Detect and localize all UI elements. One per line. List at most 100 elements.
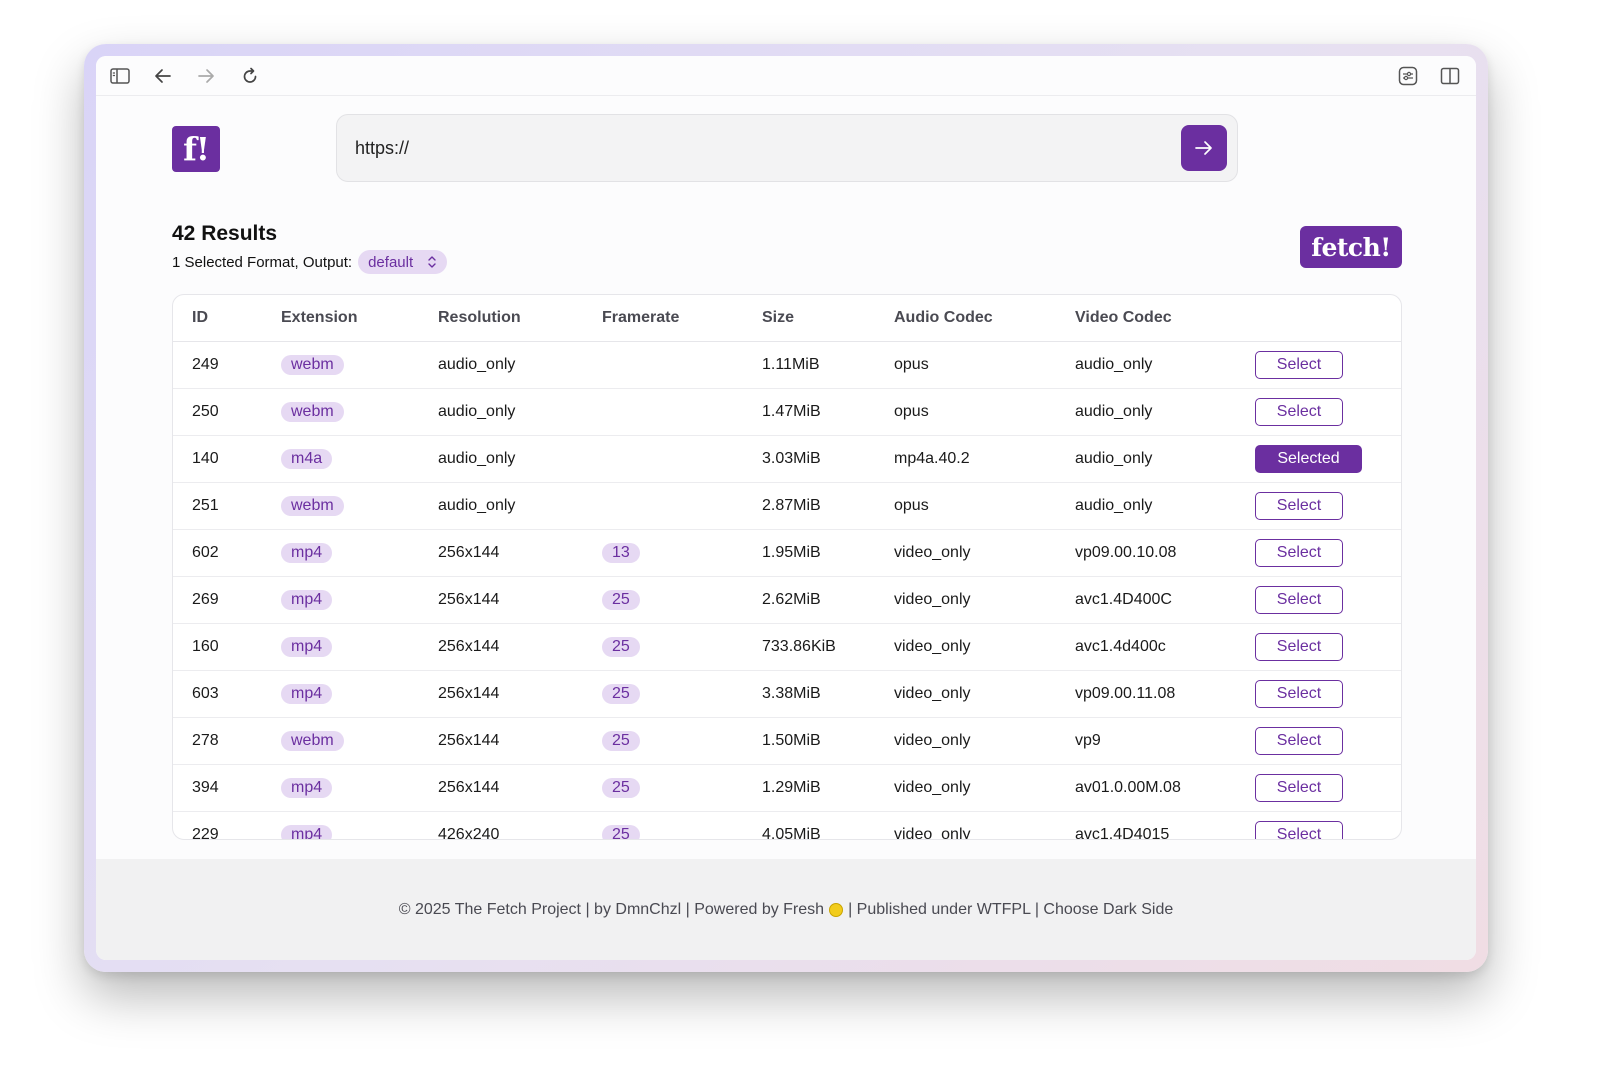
cell-action: Select bbox=[1255, 482, 1401, 530]
split-view-icon[interactable] bbox=[1439, 65, 1461, 87]
cell-id: 249 bbox=[173, 341, 281, 389]
cell-size: 1.29MiB bbox=[762, 764, 894, 812]
cell-action: Select bbox=[1255, 529, 1401, 577]
format-label: 1 Selected Format, Output: bbox=[172, 253, 353, 271]
select-format-button[interactable]: Select bbox=[1255, 491, 1343, 520]
cell-framerate: 25 bbox=[602, 717, 762, 765]
cell-video-codec: vp09.00.11.08 bbox=[1075, 670, 1255, 718]
cell-audio-codec: mp4a.40.2 bbox=[894, 435, 1075, 483]
cell-audio-codec: video_only bbox=[894, 670, 1075, 718]
cell-audio-codec: video_only bbox=[894, 811, 1075, 839]
select-format-button[interactable]: Selected bbox=[1255, 444, 1362, 473]
cell-extension: mp4 bbox=[281, 623, 438, 671]
cell-id: 603 bbox=[173, 670, 281, 718]
cell-action: Select bbox=[1255, 623, 1401, 671]
browser-window: f! 42 Results 1 Selected Format, Output:… bbox=[96, 56, 1476, 960]
cell-id: 278 bbox=[173, 717, 281, 765]
table-row: 229 mp4 426x240 25 4.05MiB video_only avc1.4D4… bbox=[173, 811, 1401, 839]
column-header-extension: Extension bbox=[281, 295, 438, 342]
sidebar-toggle-icon[interactable] bbox=[109, 65, 131, 87]
column-header-audio-codec: Audio Codec bbox=[894, 295, 1075, 342]
reload-icon[interactable] bbox=[239, 65, 261, 87]
cell-id: 160 bbox=[173, 623, 281, 671]
cell-action: Select bbox=[1255, 670, 1401, 718]
framerate-pill: 25 bbox=[602, 636, 640, 657]
cell-audio-codec: opus bbox=[894, 482, 1075, 530]
select-format-button[interactable]: Select bbox=[1255, 397, 1343, 426]
footer-links[interactable]: | Published under WTFPL | Choose Dark Si… bbox=[848, 901, 1173, 919]
cell-resolution: 256x144 bbox=[438, 529, 602, 577]
back-arrow-icon[interactable] bbox=[152, 65, 174, 87]
forward-arrow-icon[interactable] bbox=[195, 65, 217, 87]
select-format-button[interactable]: Select bbox=[1255, 726, 1343, 755]
select-format-button[interactable]: Select bbox=[1255, 820, 1343, 839]
cell-framerate: 13 bbox=[602, 529, 762, 577]
framerate-pill: 25 bbox=[602, 777, 640, 798]
footer-copyright: © 2025 The Fetch Project | by DmnChzl | … bbox=[398, 900, 825, 918]
extension-pill: webm bbox=[281, 495, 344, 516]
cell-size: 3.38MiB bbox=[762, 670, 894, 718]
output-select-value: default bbox=[368, 253, 414, 271]
framerate-pill: 25 bbox=[602, 589, 640, 610]
table-body: 249 webm audio_only 1.11MiB opus audio_only Se… bbox=[173, 341, 1401, 839]
page-settings-icon[interactable] bbox=[1397, 65, 1419, 87]
cell-framerate bbox=[602, 388, 762, 436]
cell-video-codec: avc1.4D400C bbox=[1075, 576, 1255, 624]
table-row: 269 mp4 256x144 25 2.62MiB video_only avc1.4D4… bbox=[173, 576, 1401, 624]
select-format-button[interactable]: Select bbox=[1255, 632, 1343, 661]
cell-resolution: 256x144 bbox=[438, 576, 602, 624]
cell-resolution: 256x144 bbox=[438, 623, 602, 671]
format-summary: 1 Selected Format, Output: default bbox=[172, 249, 448, 275]
cell-id: 251 bbox=[173, 482, 281, 530]
cell-video-codec: vp09.00.10.08 bbox=[1075, 529, 1255, 577]
fetch-badge: fetch! bbox=[1300, 226, 1402, 268]
cell-video-codec: audio_only bbox=[1075, 388, 1255, 436]
cell-extension: webm bbox=[281, 388, 438, 436]
select-format-button[interactable]: Select bbox=[1255, 538, 1343, 567]
select-format-button[interactable]: Select bbox=[1255, 585, 1343, 614]
extension-pill: mp4 bbox=[281, 636, 333, 657]
table-row: 394 mp4 256x144 25 1.29MiB video_only av01.0.0… bbox=[173, 764, 1401, 812]
select-format-button[interactable]: Select bbox=[1255, 773, 1343, 802]
cell-resolution: audio_only bbox=[438, 482, 602, 530]
url-input[interactable] bbox=[355, 137, 1135, 159]
output-select[interactable]: default bbox=[358, 250, 448, 274]
cell-size: 1.47MiB bbox=[762, 388, 894, 436]
extension-pill: mp4 bbox=[281, 542, 333, 563]
cell-action: Select bbox=[1255, 388, 1401, 436]
cell-id: 602 bbox=[173, 529, 281, 577]
cell-extension: webm bbox=[281, 482, 438, 530]
cell-size: 3.03MiB bbox=[762, 435, 894, 483]
cell-size: 733.86KiB bbox=[762, 623, 894, 671]
app-logo[interactable]: f! bbox=[172, 126, 220, 172]
extension-pill: m4a bbox=[281, 448, 333, 469]
cell-resolution: 256x144 bbox=[438, 670, 602, 718]
submit-button[interactable] bbox=[1181, 125, 1227, 171]
fetch-badge-text: fetch! bbox=[1311, 232, 1391, 262]
chevron-up-down-icon bbox=[428, 256, 436, 268]
column-header-id: ID bbox=[173, 295, 281, 342]
table-row: 160 mp4 256x144 25 733.86KiB video_only avc1.4… bbox=[173, 623, 1401, 671]
extension-pill: webm bbox=[281, 401, 344, 422]
cell-video-codec: av01.0.00M.08 bbox=[1075, 764, 1255, 812]
cell-resolution: audio_only bbox=[438, 388, 602, 436]
cell-id: 394 bbox=[173, 764, 281, 812]
cell-video-codec: audio_only bbox=[1075, 482, 1255, 530]
cell-audio-codec: opus bbox=[894, 388, 1075, 436]
cell-audio-codec: video_only bbox=[894, 576, 1075, 624]
framerate-pill: 25 bbox=[602, 730, 640, 751]
select-format-button[interactable]: Select bbox=[1255, 350, 1343, 379]
table-row: 278 webm 256x144 25 1.50MiB video_only vp9 Sele… bbox=[173, 717, 1401, 765]
column-header-framerate: Framerate bbox=[602, 295, 762, 342]
table-header-row: ID Extension Resolution Framerate Size A… bbox=[173, 295, 1401, 342]
cell-extension: webm bbox=[281, 717, 438, 765]
cell-extension: mp4 bbox=[281, 811, 438, 839]
cell-size: 1.11MiB bbox=[762, 341, 894, 389]
framerate-pill: 25 bbox=[602, 824, 640, 839]
extension-pill: mp4 bbox=[281, 589, 333, 610]
formats-table-container: ID Extension Resolution Framerate Size A… bbox=[172, 294, 1402, 840]
table-row: 250 webm audio_only 1.47MiB opus audio_only Se… bbox=[173, 388, 1401, 436]
select-format-button[interactable]: Select bbox=[1255, 679, 1343, 708]
column-header-resolution: Resolution bbox=[438, 295, 602, 342]
arrow-right-icon bbox=[1195, 141, 1212, 155]
